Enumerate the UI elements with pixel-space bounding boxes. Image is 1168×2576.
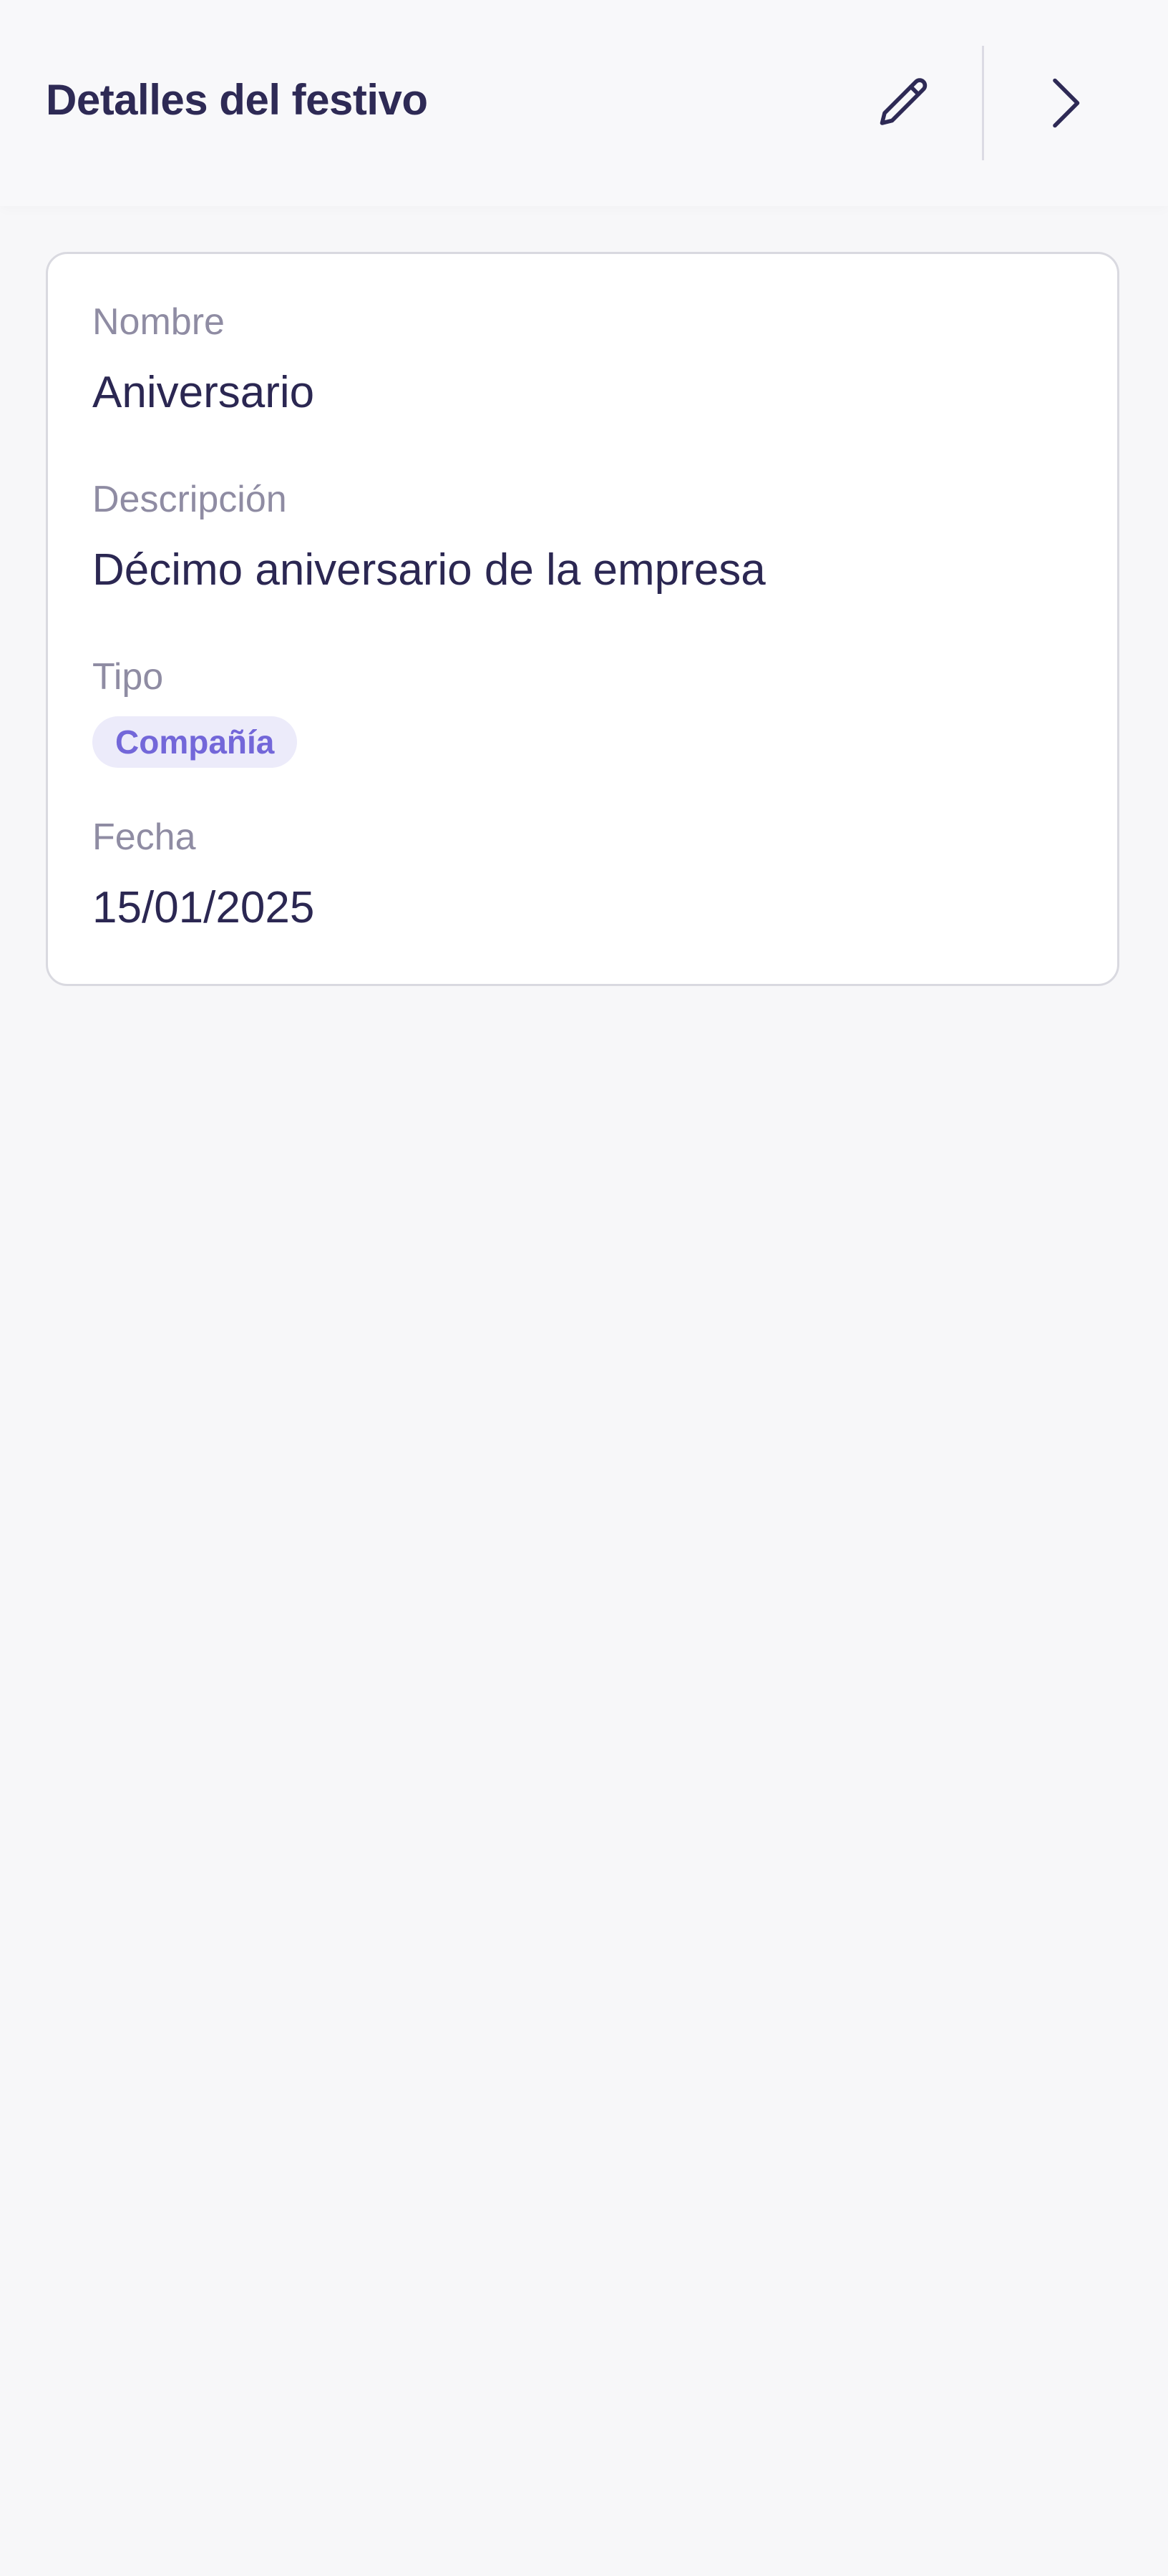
type-label: Tipo xyxy=(92,656,164,698)
description-value: Décimo aniversario de la empresa xyxy=(92,545,766,595)
date-label: Fecha xyxy=(92,816,196,858)
name-value: Aniversario xyxy=(92,368,315,417)
header-bar: Detalles del festivo xyxy=(0,0,1168,206)
next-button[interactable] xyxy=(1022,60,1108,146)
name-label: Nombre xyxy=(92,301,225,343)
chevron-right-icon xyxy=(1053,78,1080,128)
edit-button[interactable] xyxy=(862,60,948,146)
description-label: Descripción xyxy=(92,479,287,520)
type-badge: Compañía xyxy=(92,716,298,768)
pencil-icon xyxy=(880,78,928,125)
header-divider xyxy=(982,46,984,160)
page-title: Detalles del festivo xyxy=(46,76,428,124)
date-value: 15/01/2025 xyxy=(92,883,315,932)
holiday-details-screen: Detalles del festivo Nombre Aniversario … xyxy=(0,0,1168,2576)
details-card: Nombre Aniversario Descripción Décimo an… xyxy=(46,252,1119,986)
